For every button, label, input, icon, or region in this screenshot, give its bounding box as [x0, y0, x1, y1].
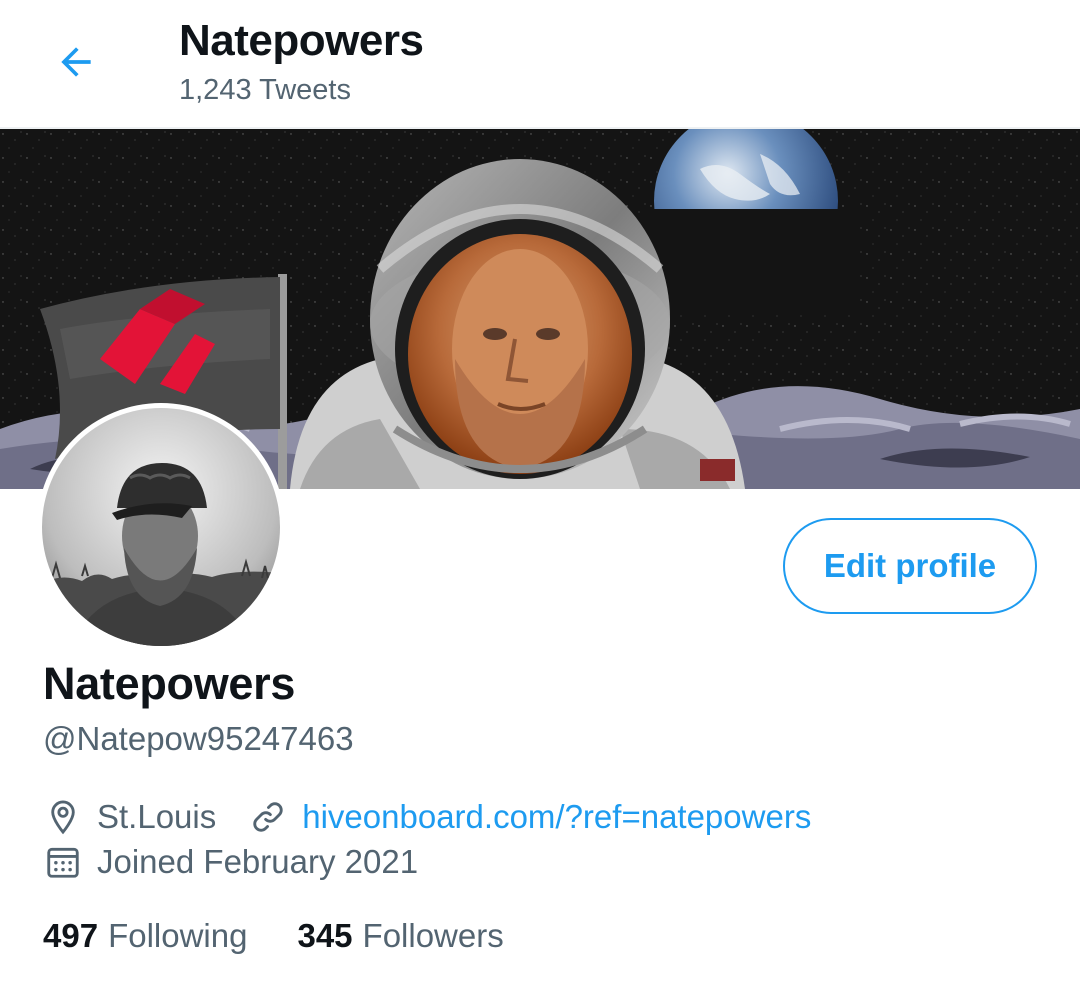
profile-display-name: Natepowers: [43, 658, 296, 709]
link-icon: [248, 797, 288, 837]
profile-meta-row: St.Louis hiveonboard.com/?ref=natepowers: [43, 797, 811, 837]
profile-stats: 497 Following 345 Followers: [43, 917, 554, 955]
website-link[interactable]: hiveonboard.com/?ref=natepowers: [302, 798, 811, 836]
location-pin-icon: [43, 797, 83, 837]
back-button[interactable]: [50, 38, 102, 90]
profile-joined-row: Joined February 2021: [43, 842, 418, 882]
arrow-left-icon: [54, 40, 98, 89]
avatar-image: [42, 408, 280, 646]
profile-location: St.Louis: [97, 798, 217, 835]
tweet-count: 1,243 Tweets: [179, 74, 351, 106]
calendar-icon: [43, 842, 83, 882]
profile-website: hiveonboard.com/?ref=natepowers: [248, 797, 811, 837]
followers-label: Followers: [362, 917, 504, 954]
edit-profile-button[interactable]: Edit profile: [783, 518, 1037, 614]
profile-header: Natepowers 1,243 Tweets: [0, 0, 1080, 129]
header-title: Natepowers: [179, 16, 424, 65]
following-count: 497: [43, 917, 99, 954]
profile-handle: @Natepow95247463: [43, 720, 354, 757]
avatar-border: [37, 403, 285, 651]
followers-link[interactable]: 345 Followers: [297, 917, 503, 955]
following-link[interactable]: 497 Following: [43, 917, 247, 955]
followers-count: 345: [297, 917, 353, 954]
profile-joined-date: Joined February 2021: [97, 843, 419, 880]
avatar[interactable]: [42, 408, 280, 646]
following-label: Following: [108, 917, 248, 954]
